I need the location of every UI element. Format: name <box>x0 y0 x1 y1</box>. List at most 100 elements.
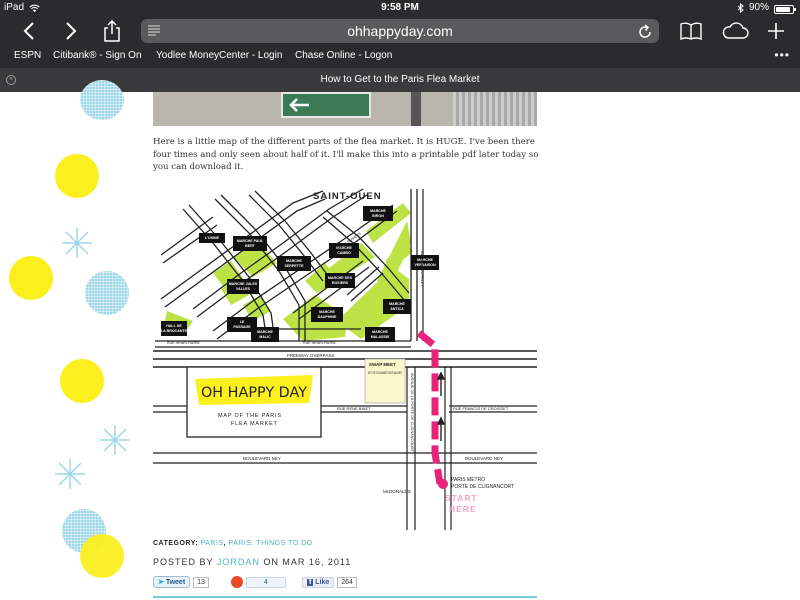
flea-market-map: L'USINE MARCHE PAULBERT MARCHE SERPETTE MARC… <box>153 181 537 530</box>
market-label-text: BIRON <box>372 214 384 218</box>
freeway <box>153 350 537 368</box>
stumbleupon-widget: 4 <box>230 576 286 588</box>
bookmarks-button[interactable] <box>678 20 704 42</box>
direction-arrows <box>436 371 446 441</box>
category-link-paris[interactable]: PARIS <box>201 540 224 547</box>
market-label-text: BERT <box>245 244 256 248</box>
sparkle-icon <box>62 228 92 258</box>
market-label-text: ANTICA <box>390 307 404 311</box>
market-label-text: LA BROCANTE <box>161 329 188 333</box>
market-label: MARCHE DESROSIERS <box>325 273 355 288</box>
post-categories: CATEGORY: PARIS, PARIS: THINGS TO DO <box>153 540 313 547</box>
author-link[interactable]: JORDAN <box>217 557 260 567</box>
bookmark-chase[interactable]: Chase Online - Logon <box>295 46 392 66</box>
yellow-dot <box>80 534 124 578</box>
street-label: RUE FRANCIS DE CROISSET <box>453 406 509 411</box>
market-label: MARCHEBIRON <box>363 206 393 221</box>
status-bar: iPad 9:58 PM 90% <box>0 0 800 16</box>
blue-dot <box>85 271 129 315</box>
reload-icon[interactable] <box>638 23 652 39</box>
market-label: MARCHE JULESVALLES <box>227 279 259 294</box>
like-count: 264 <box>337 576 357 588</box>
market-label: MARCHEVERNAISON <box>411 255 439 270</box>
bookmarks-icon <box>680 22 702 40</box>
market-label-text: MARCHE <box>372 330 388 334</box>
tweet-label: Tweet <box>165 579 186 586</box>
market-label: MARCHEDAUPHINE <box>311 307 343 322</box>
street-label: AVENUE MICHELET <box>420 251 424 287</box>
market-label: MARCHEMALIC <box>251 327 279 342</box>
tweet-button[interactable]: ➤ Tweet <box>153 576 191 588</box>
yellow-dot <box>9 256 53 300</box>
market-label-text: MALIC <box>259 335 271 339</box>
street-label: RUE HENRI-FARRE <box>167 341 201 345</box>
market-label-text: LE <box>240 320 245 324</box>
icloud-tabs-button[interactable] <box>720 20 750 42</box>
metro-label-1: PARIS METRO <box>451 477 485 483</box>
street-label: RUE RENE BINET <box>337 406 371 411</box>
forward-button[interactable] <box>60 20 82 42</box>
forward-icon <box>66 22 77 40</box>
category-link-things-to-do[interactable]: PARIS: THINGS TO DO <box>229 540 313 547</box>
market-label: L'USINE <box>199 233 225 243</box>
share-button[interactable] <box>100 20 124 42</box>
market-label-text: SERPETTE <box>285 264 305 268</box>
street-label: BOULEVARD NEY <box>243 456 281 461</box>
facebook-like-button[interactable]: f Like <box>301 576 335 588</box>
bookmark-citibank[interactable]: Citibank® - Sign On <box>53 46 142 66</box>
market-label-text: MARCHE <box>370 209 386 213</box>
market-label-text: ROSIERS <box>332 281 349 285</box>
post-date: ON MAR 16, 2011 <box>263 557 352 567</box>
market-label-text: L'USINE <box>205 236 220 240</box>
start-label-1: START <box>445 493 478 503</box>
bookmark-espn[interactable]: ESPN <box>14 46 41 66</box>
street-label: FREEWAY OVERPASS <box>287 353 334 358</box>
social-buttons: ➤ Tweet 13 4 f Like 264 <box>153 575 357 589</box>
map-title-line-1: MAP OF THE PARIS <box>218 413 282 419</box>
start-label-2: HERE <box>449 504 477 514</box>
more-bookmarks-icon[interactable]: ••• <box>774 48 790 62</box>
category-label: CATEGORY: <box>153 540 199 547</box>
stumbleupon-icon[interactable] <box>230 576 243 588</box>
intro-paragraph: Here is a little map of the different pa… <box>153 137 539 172</box>
road-sign <box>281 92 371 118</box>
back-button[interactable] <box>18 20 40 42</box>
market-label-text: MARCHE JULES <box>229 282 258 286</box>
metro-label-2: PORTE DE CLIGNANCORT <box>451 484 514 490</box>
map-title-line-2: FLEA MARKET <box>231 421 278 427</box>
market-label-text: MALASSIS <box>371 335 390 339</box>
url-text: ohhappyday.com <box>347 23 453 39</box>
post-byline: POSTED BY JORDAN ON MAR 16, 2011 <box>153 557 351 567</box>
street-label: AVENUE DE LA PORTE DE CLIGNANCOURT <box>410 373 414 453</box>
facebook-f-icon: f <box>306 578 314 586</box>
battery-level <box>776 6 791 12</box>
bookmarks-bar: ESPN Citibank® - Sign On Yodlee MoneyCen… <box>0 46 800 68</box>
facebook-like-widget: f Like 264 <box>301 576 357 588</box>
walking-route <box>416 330 444 485</box>
market-label: HALL DELA BROCANTE <box>161 321 188 336</box>
market-label-text: VALLES <box>236 287 251 291</box>
market-label-text: MARCHE PAUL <box>237 239 264 243</box>
market-label-text: MARCHE <box>417 258 433 262</box>
street-label: RUE HENRI-FARRE <box>303 341 337 345</box>
market-label-text: DAUPHINE <box>318 315 337 319</box>
street-label: BOULEVARD NEY <box>465 456 503 461</box>
hero-photo <box>153 92 537 126</box>
tweet-widget: ➤ Tweet 13 <box>153 576 209 588</box>
bookmark-yodlee[interactable]: Yodlee MoneyCenter - Login <box>156 46 282 66</box>
swap-meet-note: NOT THE FLEA MARKET KEEP WALKING! <box>368 371 402 375</box>
swap-meet-title: SWAP MEET <box>369 362 396 367</box>
market-label-text: HALL DE <box>166 324 182 328</box>
sparkle-icon <box>55 459 85 489</box>
tweet-count: 13 <box>193 576 209 588</box>
clock: 9:58 PM <box>381 2 419 13</box>
twitter-bird-icon: ➤ <box>158 579 164 586</box>
address-bar[interactable]: ohhappyday.com <box>141 19 659 43</box>
new-tab-button[interactable] <box>766 20 786 42</box>
blue-dot <box>80 80 124 120</box>
market-label-text: MARCHE <box>389 302 405 306</box>
mcdonalds-label: McDONALDS <box>383 489 411 494</box>
like-label: Like <box>315 578 330 586</box>
market-label: MARCHEANTICA <box>383 299 411 314</box>
market-label-text: PASSAGE <box>233 325 251 329</box>
